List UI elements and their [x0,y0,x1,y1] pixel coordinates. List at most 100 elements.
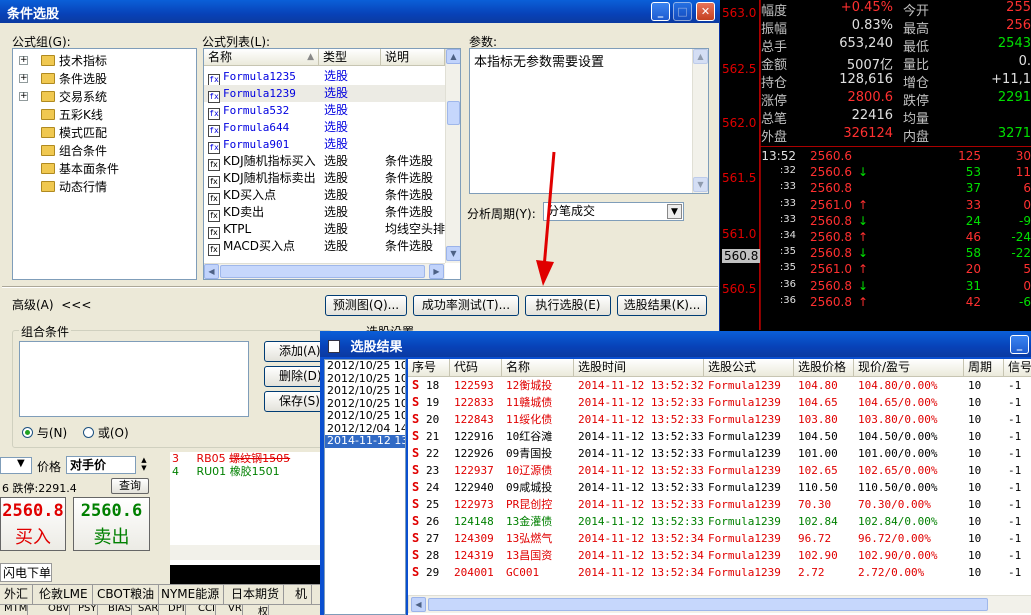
tree-item[interactable]: 动态行情 [19,178,196,196]
formula-row[interactable]: fx Formula901 选股 [204,136,445,154]
col-type-header[interactable]: 类型 [319,49,381,66]
result-row[interactable]: S 20 122843 11绥化债 2014-11-12 13:52:33 Formula… [408,411,1031,428]
param-vscroll[interactable]: ▲ ▼ [692,49,708,193]
market-tab[interactable]: 日本期货 [227,585,285,604]
results-date-list[interactable]: 2012/10/25 10 2012/10/25 10 2012/10/25 10 2… [324,359,406,615]
indicator-tab[interactable]: VR [224,605,243,615]
period-select[interactable]: 分笔成交 ▼ [543,202,684,221]
result-date-item[interactable]: 2012/10/25 10 [325,385,405,398]
formula-hscroll-thumb[interactable] [220,265,425,278]
result-col-header[interactable]: 现价/盈亏 [854,359,964,377]
query-button[interactable]: 查询 [111,478,149,494]
expand-icon[interactable]: + [19,56,28,65]
results-minimize-button[interactable]: _ [1010,335,1029,354]
indicator-tab[interactable]: BIAS [104,605,132,615]
quick-order-tab[interactable]: 闪电下单 [0,563,52,582]
col-desc-header[interactable]: 说明 [381,49,445,66]
buy-button[interactable]: 2560.8 买入 [0,497,66,551]
results-hscroll[interactable]: ◀ [408,595,1031,613]
indicator-tab[interactable]: 权 [254,605,269,615]
result-row[interactable]: S 19 122833 11赣城债 2014-11-12 13:52:33 Formula… [408,394,1031,411]
market-tab[interactable]: 伦敦LME [35,585,93,604]
tree-item[interactable]: 五彩K线 [19,106,196,124]
price-type-spin[interactable]: ▲ ▼ [137,456,151,474]
result-col-header[interactable]: 序号 [408,359,450,377]
result-col-header[interactable]: 选股公式 [704,359,794,377]
formula-row[interactable]: fx KDJ随机指标买入 选股 条件选股 [204,153,445,171]
result-col-header[interactable]: 代码 [450,359,502,377]
result-col-header[interactable]: 选股价格 [794,359,854,377]
formula-hscroll[interactable]: ◀ ▶ [204,263,445,279]
formula-list[interactable]: 名称 ▲ 类型 说明 fx Formula1235 选股 fx Formula1239 选股… [203,48,461,280]
result-row[interactable]: S 22 122926 09青国投 2014-11-12 13:52:33 Formula… [408,445,1031,462]
formula-row[interactable]: fx Formula644 选股 [204,119,445,137]
expand-icon[interactable]: + [19,92,28,101]
formula-row[interactable]: fx MACD买入点 选股 条件选股 [204,238,445,256]
mid-hscroll[interactable] [170,545,326,560]
sell-button[interactable]: 2560.6 卖出 [73,497,150,551]
close-button[interactable]: ✕ [696,2,715,21]
result-col-header[interactable]: 周期 [964,359,1004,377]
market-tab[interactable]: 外汇 [0,585,34,604]
tree-item[interactable]: + 条件选股 [19,70,196,88]
formula-row[interactable]: fx Formula1239 选股 [204,85,445,103]
result-row[interactable]: S 23 122937 10辽源债 2014-11-12 13:52:33 Formula… [408,462,1031,479]
combo-list[interactable] [19,341,249,417]
chevron-down-icon[interactable]: ▼ [667,204,682,219]
result-col-header[interactable]: 信号 [1004,359,1031,377]
market-tab[interactable]: NYME能源 [157,585,225,604]
radio-or[interactable]: 或(O) [83,425,129,441]
advanced-button[interactable]: 高级(A) <<< [12,296,91,317]
formula-row[interactable]: fx KTPL 选股 均线空头排 [204,221,445,239]
results-table[interactable]: 序号 代码 名称 选股时间 选股公式 选股价格 现价/盈亏 周期 信号 S 18 122593 12衡… [408,359,1031,615]
qty-field[interactable]: ▼ [0,457,32,474]
indicator-tab[interactable]: OBV [44,605,71,615]
preview-button[interactable]: 预测图(Q)... [325,295,407,316]
formula-group-tree[interactable]: + 技术指标 + 条件选股 + 交易系统 五彩K线 模式匹配 组合条件 基本面条件 动态行情 [12,48,197,280]
execute-button[interactable]: 执行选股(E) [525,295,611,316]
market-tab[interactable]: 机 [291,585,313,604]
param-box[interactable]: 本指标无参数需要设置 ▲ ▼ [469,48,709,194]
formula-vscroll-thumb[interactable] [447,101,460,125]
results-hscroll-thumb[interactable] [428,598,988,611]
tree-item[interactable]: 基本面条件 [19,160,196,178]
result-row[interactable]: S 29 204001 GC001 2014-11-12 13:52:34 Formula… [408,564,1031,581]
expand-icon[interactable]: + [19,74,28,83]
result-col-header[interactable]: 选股时间 [574,359,704,377]
result-date-item[interactable]: 2014-11-12 13 [325,435,405,448]
indicator-tab[interactable]: MTM [0,605,29,615]
radio-and[interactable]: 与(N) [22,425,67,441]
result-col-header[interactable]: 名称 [502,359,574,377]
result-row[interactable]: S 18 122593 12衡城投 2014-11-12 13:52:32 Formula… [408,377,1031,394]
mid-row-3[interactable]: 3 RB05 螺纹钢1505 [172,453,322,465]
result-date-item[interactable]: 2012/10/25 10 [325,360,405,373]
indicator-tab[interactable]: DPI [164,605,186,615]
indicator-tab[interactable]: PSY [74,605,98,615]
formula-row[interactable]: fx KD卖出 选股 条件选股 [204,204,445,222]
result-date-item[interactable]: 2012/10/25 10 [325,410,405,423]
mid-row-4[interactable]: 4 RU01 橡胶1501 [172,465,322,479]
minimize-button[interactable]: _ [651,2,670,21]
result-row[interactable]: S 25 122973 PR昆创控 2014-11-12 13:52:33 Formula… [408,496,1031,513]
tree-item[interactable]: 模式匹配 [19,124,196,142]
formula-row[interactable]: fx Formula1235 选股 [204,68,445,86]
result-row[interactable]: S 21 122916 10红谷滩 2014-11-12 13:52:33 Formula… [408,428,1031,445]
formula-vscroll[interactable]: ▲ ▼ [445,49,460,263]
col-name-header[interactable]: 名称 ▲ [204,49,319,66]
result-row[interactable]: S 28 124319 13昌国资 2014-11-12 13:52:34 Formula… [408,547,1031,564]
result-row[interactable]: S 24 122940 09咸城投 2014-11-12 13:52:33 Formula… [408,479,1031,496]
indicator-tab[interactable]: SAR [134,605,160,615]
result-row[interactable]: S 26 124148 13金灌债 2014-11-12 13:52:33 Formula… [408,513,1031,530]
success-rate-button[interactable]: 成功率测试(T)... [413,295,519,316]
formula-row[interactable]: fx KDJ随机指标卖出 选股 条件选股 [204,170,445,188]
result-row[interactable]: S 27 124309 13弘燃气 2014-11-12 13:52:34 Formula… [408,530,1031,547]
tree-item[interactable]: 组合条件 [19,142,196,160]
tree-item[interactable]: + 技术指标 [19,52,196,70]
market-tab[interactable]: CBOT粮油 [93,585,160,604]
indicator-tab[interactable]: CCI [194,605,216,615]
results-button[interactable]: 选股结果(K)... [617,295,707,316]
formula-row[interactable]: fx Formula532 选股 [204,102,445,120]
tree-item[interactable]: + 交易系统 [19,88,196,106]
price-type-select[interactable]: 对手价 [66,456,136,474]
formula-row[interactable]: fx KD买入点 选股 条件选股 [204,187,445,205]
